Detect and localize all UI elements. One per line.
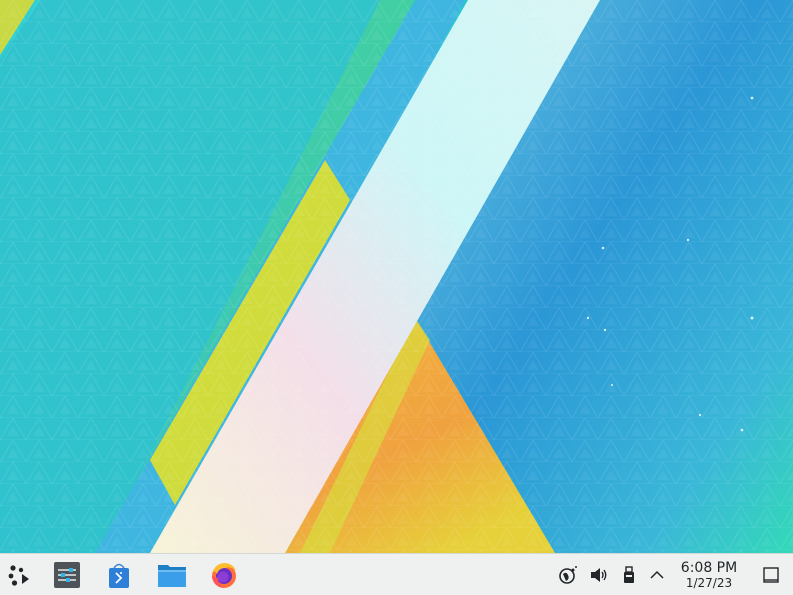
show-desktop-button[interactable]: [760, 564, 782, 586]
taskbar-item-firefox[interactable]: [207, 558, 241, 592]
desktop-wallpaper[interactable]: [0, 0, 793, 553]
application-launcher-button[interactable]: [3, 558, 37, 592]
taskbar-panel: 6:08 PM 1/27/23: [0, 553, 793, 595]
tray-expand-button[interactable]: [646, 564, 668, 586]
clock-date: 1/27/23: [685, 576, 733, 590]
clock-time: 6:08 PM: [680, 560, 738, 576]
show-desktop-icon: [763, 567, 779, 583]
dolphin-folder-icon: [158, 565, 186, 587]
tray-usb-device[interactable]: [618, 564, 640, 586]
tray-network[interactable]: [557, 564, 579, 586]
network-icon: [559, 566, 577, 584]
firefox-icon: [212, 563, 236, 588]
taskbar-item-system-settings[interactable]: [50, 558, 84, 592]
system-settings-icon: [54, 562, 80, 588]
usb-device-icon: [624, 566, 634, 583]
tray-volume[interactable]: [588, 564, 610, 586]
digital-clock[interactable]: 6:08 PM 1/27/23: [672, 558, 746, 592]
volume-icon: [591, 568, 607, 582]
plasma-launcher-icon: [8, 565, 29, 586]
taskbar-item-discover[interactable]: [102, 558, 136, 592]
wallpaper-graphic: [0, 0, 793, 553]
taskbar-item-dolphin[interactable]: [155, 558, 189, 592]
chevron-up-icon: [650, 570, 664, 579]
discover-store-icon: [109, 563, 129, 588]
